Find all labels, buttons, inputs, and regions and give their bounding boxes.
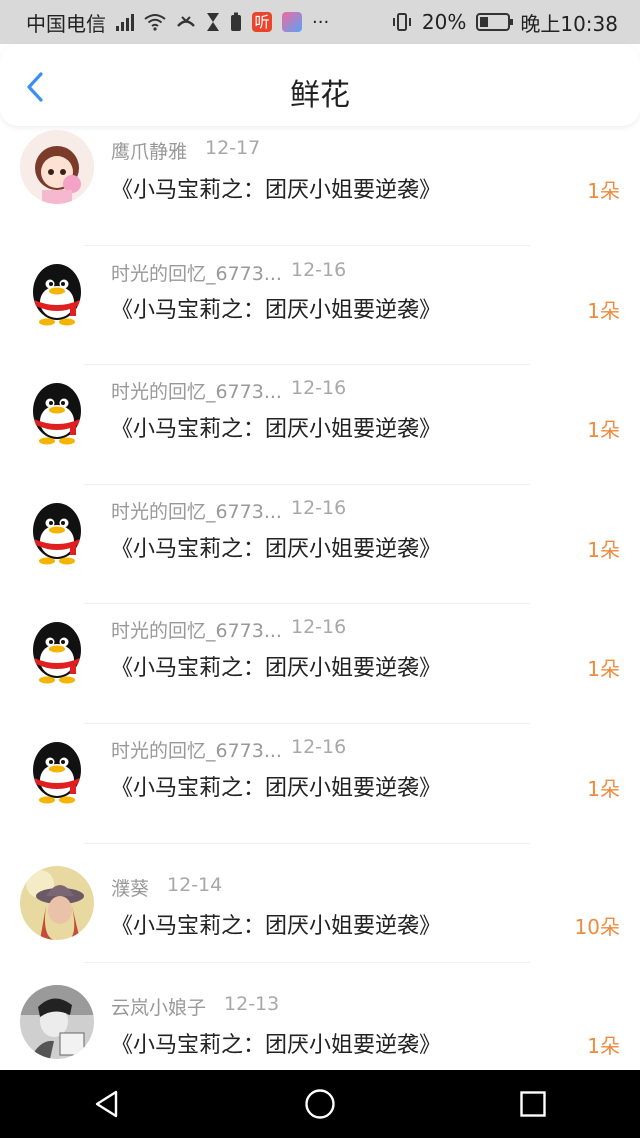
avatar[interactable]	[20, 258, 94, 332]
circle-home-icon	[305, 1089, 335, 1119]
gift-date: 12-13	[224, 993, 280, 1016]
flower-count: 1朵	[587, 657, 620, 682]
item-meta: 时光的回忆_6773... 12-16	[111, 736, 346, 763]
gift-date: 12-16	[291, 377, 347, 400]
book-title: 《小马宝莉之：团厌小姐要逆袭》	[111, 297, 442, 323]
item-meta: 云岚小娘子 12-13	[111, 993, 279, 1020]
book-title: 《小马宝莉之：团厌小姐要逆袭》	[111, 913, 442, 939]
header: 鲜花	[0, 44, 640, 126]
gift-date: 12-16	[291, 616, 347, 639]
user-name: 云岚小娘子	[111, 997, 207, 1020]
list-item[interactable]: 鹰爪静雅 12-17 《小马宝莉之：团厌小姐要逆袭》 1朵	[0, 126, 640, 246]
avatar[interactable]	[20, 616, 94, 690]
user-name: 时光的回忆_6773...	[111, 262, 282, 285]
page-title: 鲜花	[290, 78, 350, 113]
clock: 晚上10:38	[520, 11, 618, 36]
user-name: 时光的回忆_6773...	[111, 620, 282, 643]
nav-recents-button[interactable]	[503, 1074, 563, 1134]
penguin-avatar	[33, 622, 81, 684]
listen-app-icon: 听	[252, 12, 272, 32]
flower-count: 1朵	[587, 776, 620, 801]
avatar[interactable]	[20, 377, 94, 451]
item-meta: 时光的回忆_6773... 12-16	[111, 377, 346, 404]
avatar[interactable]	[20, 497, 94, 571]
flower-count: 10朵	[574, 914, 620, 939]
gift-date: 12-16	[291, 496, 347, 519]
book-title: 《小马宝莉之：团厌小姐要逆袭》	[111, 536, 442, 562]
book-title: 《小马宝莉之：团厌小姐要逆袭》	[111, 178, 442, 203]
penguin-avatar	[33, 263, 81, 326]
gift-date: 12-17	[205, 137, 261, 159]
flower-count: 1朵	[587, 298, 620, 323]
list-item[interactable]: 时光的回忆_6773... 12-16 《小马宝莉之：团厌小姐要逆袭》 1朵	[0, 604, 640, 724]
nav-home-button[interactable]	[290, 1074, 350, 1134]
book-title: 《小马宝莉之：团厌小姐要逆袭》	[111, 417, 442, 443]
book-title: 《小马宝莉之：团厌小姐要逆袭》	[111, 1033, 442, 1059]
book-title: 《小马宝莉之：团厌小姐要逆袭》	[111, 656, 442, 682]
avatar[interactable]	[20, 865, 94, 940]
list-item[interactable]: 时光的回忆_6773... 12-16 《小马宝莉之：团厌小姐要逆袭》 1朵	[0, 365, 640, 485]
item-meta: 时光的回忆_6773... 12-16	[111, 616, 346, 643]
user-name: 鹰爪静雅	[111, 141, 188, 163]
carrier-label: 中国电信	[26, 11, 106, 36]
list-item[interactable]: 云岚小娘子 12-13 《小马宝莉之：团厌小姐要逆袭》 1朵	[0, 963, 640, 1083]
avatar[interactable]	[20, 130, 94, 204]
status-left: 中国电信 听 ···	[26, 8, 329, 37]
flower-list: 鹰爪静雅 12-17 《小马宝莉之：团厌小姐要逆袭》 1朵 时光的回忆_6773…	[0, 126, 640, 1083]
gift-date: 12-14	[167, 873, 223, 896]
missed-call-icon	[177, 16, 195, 27]
list-item[interactable]: 时光的回忆_6773... 12-16 《小马宝莉之：团厌小姐要逆袭》 1朵	[0, 485, 640, 605]
item-meta: 濮葵 12-14	[111, 874, 222, 901]
item-meta: 时光的回忆_6773... 12-16	[111, 497, 346, 524]
user-name: 时光的回忆_6773...	[111, 739, 282, 762]
square-recents-icon	[520, 1091, 547, 1117]
wifi-icon	[144, 14, 166, 31]
penguin-avatar	[33, 502, 81, 565]
cartoon-girl-avatar	[20, 130, 94, 204]
flower-count: 1朵	[587, 537, 620, 562]
signal-icon	[116, 13, 134, 31]
flower-count: 1朵	[587, 1034, 620, 1059]
battery-icon	[476, 13, 514, 31]
list-item[interactable]: 濮葵 12-14 《小马宝莉之：团厌小姐要逆袭》 10朵	[0, 844, 640, 964]
vibrate-icon	[392, 13, 411, 31]
battery-percent: 20%	[421, 10, 467, 34]
gift-date: 12-16	[291, 735, 347, 758]
book-title: 《小马宝莉之：团厌小姐要逆袭》	[111, 775, 442, 801]
navigation-bar	[0, 1070, 640, 1138]
user-name: 时光的回忆_6773...	[111, 381, 282, 404]
status-right: 20% 晚上10:38	[392, 8, 618, 37]
item-meta: 鹰爪静雅 12-17	[111, 137, 260, 164]
nav-back-button[interactable]	[77, 1074, 137, 1134]
penguin-avatar	[33, 383, 81, 445]
list-item[interactable]: 时光的回忆_6773... 12-16 《小马宝莉之：团厌小姐要逆袭》 1朵	[0, 724, 640, 844]
user-name: 濮葵	[111, 877, 150, 900]
gift-date: 12-16	[291, 258, 347, 281]
flower-count: 1朵	[587, 418, 620, 443]
penguin-avatar	[33, 741, 81, 804]
more-icon: ···	[312, 11, 330, 33]
hourglass-icon	[207, 13, 219, 31]
avatar[interactable]	[20, 736, 94, 810]
photo-avatar	[20, 865, 94, 940]
status-bar: 中国电信 听 ··· 20% 晚上10:38	[0, 0, 640, 44]
battery-saver-icon	[231, 12, 241, 31]
avatar[interactable]	[20, 985, 94, 1060]
item-meta: 时光的回忆_6773... 12-16	[111, 259, 346, 286]
list-item[interactable]: 时光的回忆_6773... 12-16 《小马宝莉之：团厌小姐要逆袭》 1朵	[0, 246, 640, 366]
photo-avatar	[20, 985, 94, 1060]
triangle-back-icon	[95, 1090, 117, 1118]
flower-count: 1朵	[587, 179, 620, 203]
app-icon	[282, 12, 302, 32]
user-name: 时光的回忆_6773...	[111, 500, 282, 523]
